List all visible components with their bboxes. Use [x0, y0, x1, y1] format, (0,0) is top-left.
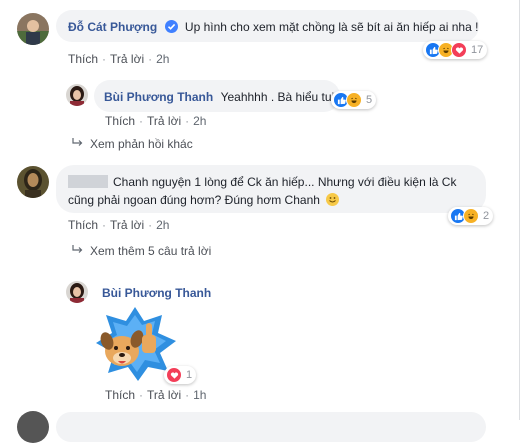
like-link[interactable]: Thích	[105, 114, 135, 128]
verified-badge-icon	[164, 20, 178, 33]
reaction-summary[interactable]: 2	[448, 207, 494, 225]
comment-author[interactable]: Đỗ Cát Phượng	[68, 20, 157, 34]
reply-author[interactable]: Bùi Phương Thanh	[104, 90, 213, 104]
comment-bubble	[56, 412, 486, 442]
comment-text-line-2: cũng phải ngoan đúng hơm? Đúng hơm Chanh	[68, 193, 320, 207]
comment-text-line-1: Chanh nguyện 1 lòng để Ck ăn hiếp... Như…	[113, 175, 457, 189]
reaction-count: 2	[483, 210, 490, 222]
like-link[interactable]: Thích	[68, 218, 98, 232]
comment-actions: Thích · Trả lời · 2h	[68, 218, 170, 232]
comment-bubble: Đỗ Cát Phượng Up hình cho xem mặt chồng …	[56, 10, 479, 42]
reply-actions: Thích · Trả lời · 1h	[105, 388, 207, 402]
timestamp[interactable]: 2h	[156, 52, 169, 66]
avatar[interactable]	[17, 13, 49, 45]
love-icon	[166, 367, 182, 383]
reply-link[interactable]: Trả lời	[147, 388, 181, 402]
like-link[interactable]: Thích	[68, 52, 98, 66]
reply-actions: Thích · Trả lời · 2h	[105, 114, 207, 128]
like-link[interactable]: Thích	[105, 388, 135, 402]
reply-link[interactable]: Trả lời	[147, 114, 181, 128]
comments-panel: Đỗ Cát Phượng Up hình cho xem mặt chồng …	[0, 0, 520, 443]
reply-arrow-icon	[72, 137, 84, 151]
avatar[interactable]	[66, 281, 88, 303]
reaction-count: 17	[471, 44, 484, 56]
reaction-summary[interactable]: 5	[331, 91, 377, 109]
reaction-summary[interactable]: 1	[164, 366, 197, 384]
reaction-count: 5	[366, 94, 373, 106]
timestamp[interactable]: 2h	[156, 218, 169, 232]
avatar[interactable]	[17, 411, 49, 443]
reply-bubble: Bùi Phương Thanh Yeahhhh . Bà hiểu tui	[94, 80, 340, 112]
timestamp[interactable]: 2h	[193, 114, 206, 128]
reply-link[interactable]: Trả lời	[110, 218, 144, 232]
reply-text: Yeahhhh . Bà hiểu tui	[220, 90, 335, 104]
comment-bubble: Chanh nguyện 1 lòng để Ck ăn hiếp... Như…	[56, 165, 486, 213]
view-more-replies[interactable]: Xem thêm 5 câu trả lời	[72, 244, 211, 258]
haha-icon	[346, 92, 362, 108]
reaction-summary[interactable]: 17	[423, 41, 488, 59]
view-more-replies[interactable]: Xem phản hồi khác	[72, 137, 193, 151]
avatar[interactable]	[66, 84, 88, 106]
timestamp[interactable]: 1h	[193, 388, 206, 402]
comment-text: Up hình cho xem mặt chồng là sẽ bít ai ă…	[184, 20, 479, 34]
reaction-count: 1	[186, 369, 193, 381]
love-icon	[451, 42, 467, 58]
hidden-author-name	[68, 175, 108, 188]
reply-arrow-icon	[72, 244, 84, 258]
reply-link[interactable]: Trả lời	[110, 52, 144, 66]
comment-actions: Thích · Trả lời · 2h	[68, 52, 170, 66]
reply-author[interactable]: Bùi Phương Thanh	[102, 286, 211, 300]
avatar[interactable]	[17, 166, 49, 198]
haha-icon	[463, 208, 479, 224]
smile-emoji-icon	[326, 193, 340, 206]
